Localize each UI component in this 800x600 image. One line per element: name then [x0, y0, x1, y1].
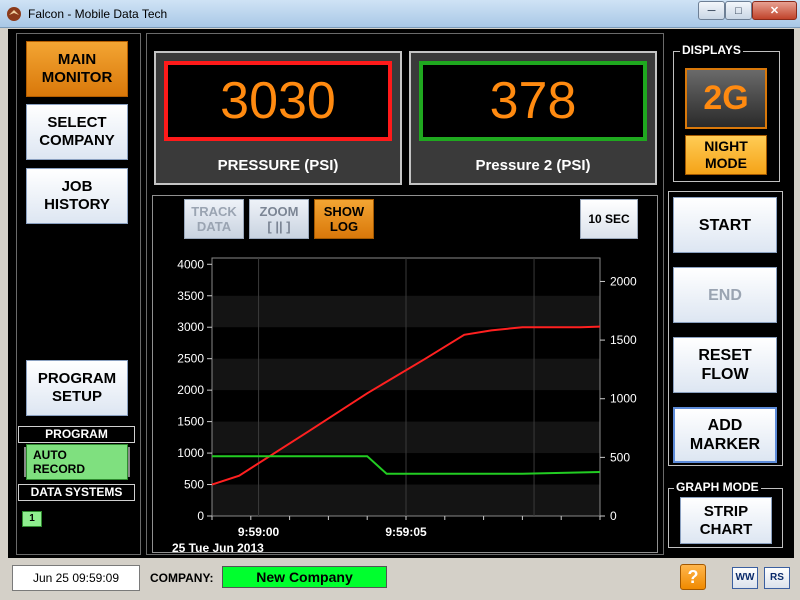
select-company-button[interactable]: SELECT COMPANY — [26, 104, 128, 160]
pressure2-readout: 378 — [419, 61, 647, 141]
maximize-button[interactable]: □ — [725, 1, 752, 20]
y-left-tick-label: 2500 — [177, 352, 204, 366]
y-right-tick-label: 2000 — [610, 274, 637, 288]
graph-mode-title: GRAPH MODE — [674, 480, 761, 494]
pressure-gauge: 3030 PRESSURE (PSI) — [154, 51, 402, 185]
main-monitor-button[interactable]: MAIN MONITOR — [26, 41, 128, 97]
y-left-tick-label: 1500 — [177, 415, 204, 429]
reset-flow-button[interactable]: RESET FLOW — [673, 337, 777, 393]
rs-button[interactable]: RS — [764, 567, 790, 589]
maximize-icon: □ — [735, 4, 742, 17]
company-value[interactable]: New Company — [222, 566, 387, 588]
datetime-display: Jun 25 09:59:09 — [12, 565, 140, 591]
close-button[interactable]: ✕ — [752, 1, 797, 20]
company-label: COMPANY: — [150, 571, 214, 585]
y-right-tick-label: 1500 — [610, 333, 637, 347]
add-marker-button[interactable]: ADD MARKER — [673, 407, 777, 463]
y-left-tick-label: 3500 — [177, 289, 204, 303]
pressure-chart: 0 500 1000 1500 2000 2500 3000 3500 4000 0 500 1000… — [172, 257, 637, 555]
track-data-button[interactable]: TRACK DATA — [184, 199, 244, 239]
y-left-tick-label: 1000 — [177, 446, 204, 460]
displays-title: DISPLAYS — [680, 43, 743, 57]
y-right-tick-label: 1000 — [610, 392, 637, 406]
y-left-tick-label: 2000 — [177, 383, 204, 397]
pressure2-gauge: 378 Pressure 2 (PSI) — [409, 51, 657, 185]
pressure-label: PRESSURE (PSI) — [217, 157, 339, 174]
y-right-tick-label: 500 — [610, 450, 630, 464]
pressure-readout: 3030 — [164, 61, 392, 141]
help-icon: ? — [687, 567, 699, 587]
title-bar: Falcon - Mobile Data Tech ─ □ ✕ — [0, 0, 800, 28]
y-right-tick-label: 0 — [610, 509, 617, 523]
close-icon: ✕ — [769, 5, 780, 17]
program-label: PROGRAM — [18, 426, 135, 443]
start-button[interactable]: START — [673, 197, 777, 253]
night-mode-button[interactable]: NIGHT MODE — [685, 135, 767, 175]
x-tick-label: 9:59:05 — [385, 525, 427, 539]
minimize-button[interactable]: ─ — [698, 1, 725, 20]
ww-button[interactable]: WW — [732, 567, 758, 589]
strip-chart-button[interactable]: STRIP CHART — [680, 497, 772, 544]
falcon-app-icon — [7, 7, 21, 21]
y-left-tick-label: 3000 — [177, 320, 204, 334]
auto-record-toggle[interactable]: AUTO RECORD — [24, 444, 130, 480]
program-setup-button[interactable]: PROGRAM SETUP — [26, 360, 128, 416]
help-button[interactable]: ? — [680, 564, 706, 590]
data-systems-label: DATA SYSTEMS — [18, 484, 135, 501]
y-left-tick-label: 4000 — [177, 257, 204, 271]
y-left-tick-label: 500 — [184, 478, 204, 492]
minimize-icon: ─ — [707, 4, 716, 17]
display-mode-button[interactable]: 2G — [685, 68, 767, 129]
pressure2-label: Pressure 2 (PSI) — [475, 157, 591, 174]
data-system-chip[interactable]: 1 — [22, 511, 42, 527]
zoom-button[interactable]: ZOOM [ || ] — [249, 199, 309, 239]
show-log-button[interactable]: SHOW LOG — [314, 199, 374, 239]
auto-record-label: AUTO RECORD — [26, 444, 128, 480]
end-button[interactable]: END — [673, 267, 777, 323]
window-title: Falcon - Mobile Data Tech — [28, 7, 168, 21]
job-history-button[interactable]: JOB HISTORY — [26, 168, 128, 224]
x-tick-label: 9:59:00 — [238, 525, 280, 539]
x-date-label: 25 Tue Jun 2013 — [172, 541, 264, 555]
y-left-tick-label: 0 — [197, 509, 204, 523]
interval-button[interactable]: 10 SEC — [580, 199, 638, 239]
